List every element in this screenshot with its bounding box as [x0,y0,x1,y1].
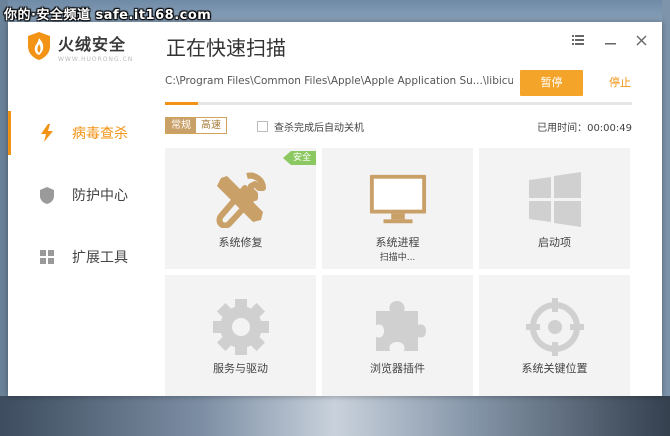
desktop-background-right [662,0,670,436]
tile-label: 系统进程 [375,236,420,249]
sidebar-item-virus-scan[interactable]: 病毒查杀 [8,111,156,155]
sidebar-item-label: 防护中心 [72,188,128,204]
shield-icon [38,186,56,204]
target-icon [525,297,585,357]
sidebar-item-label: 病毒查杀 [72,126,128,142]
gear-icon [211,297,271,357]
windows-icon [525,170,585,230]
sidebar-item-protection[interactable]: 防护中心 [8,173,156,217]
scan-tile-services-drivers: 服务与驱动 [165,275,316,396]
monitor-icon [368,170,428,230]
flame-shield-icon [28,32,50,60]
page-title: 正在快速扫描 [166,36,286,60]
stop-button[interactable]: 停止 [602,70,638,96]
mode-option-normal[interactable]: 常规 [166,118,196,133]
tile-status: 扫描中... [379,253,416,263]
auto-shutdown-checkbox[interactable] [257,121,268,132]
pause-button[interactable]: 暂停 [520,70,583,96]
scan-progress-fill [165,102,198,105]
app-logo: 火绒安全 WWW.HUORONG.CN [26,31,133,63]
app-window: 火绒安全 WWW.HUORONG.CN 病毒查杀 防护中心 扩展工具 正在快速扫… [8,22,662,396]
close-icon[interactable] [631,30,651,50]
scan-tile-startup-items: 启动项 [479,148,630,269]
scan-tile-browser-plugins: 浏览器插件 [322,275,473,396]
tile-label: 浏览器插件 [370,362,425,375]
sidebar: 火绒安全 WWW.HUORONG.CN 病毒查杀 防护中心 扩展工具 [8,22,156,396]
scan-tile-system-processes: 系统进程 扫描中... [322,148,473,269]
auto-shutdown-label: 查杀完成后自动关机 [274,123,364,134]
puzzle-icon [368,297,428,357]
site-watermark: 你的·安全频道 safe.it168.com [4,8,212,23]
mode-option-fast[interactable]: 高速 [196,118,226,133]
grid-icon [38,248,56,266]
scan-progress-bar [165,102,632,105]
tile-label: 系统修复 [218,236,263,249]
desktop-background-bottom [0,396,670,436]
lightning-icon [38,124,56,142]
sidebar-item-label: 扩展工具 [72,250,128,266]
tile-label: 服务与驱动 [213,362,268,375]
current-scan-path: C:\Program Files\Common Files\Apple\Appl… [165,75,513,87]
scan-mode-toggle: 常规 高速 [165,117,227,134]
auto-shutdown-option[interactable]: 查杀完成后自动关机 [257,119,364,134]
main-panel: 正在快速扫描 C:\Program Files\Common Files\App… [156,22,662,396]
desktop-background-left [0,0,8,436]
app-subtitle: WWW.HUORONG.CN [58,56,134,63]
elapsed-time: 已用时间：00:00:49 [537,123,632,134]
tools-icon [211,170,271,230]
scan-tile-system-repair: 安全 系统修复 [165,148,316,269]
active-indicator [8,111,11,155]
tile-label: 启动项 [538,236,571,249]
minimize-icon[interactable] [600,30,620,50]
tile-label: 系统关键位置 [521,362,588,375]
sidebar-item-extensions[interactable]: 扩展工具 [8,235,156,279]
app-name: 火绒安全 [58,35,127,54]
menu-icon[interactable] [568,30,588,50]
safe-badge: 安全 [282,151,316,165]
scan-tile-key-locations: 系统关键位置 [479,275,630,396]
